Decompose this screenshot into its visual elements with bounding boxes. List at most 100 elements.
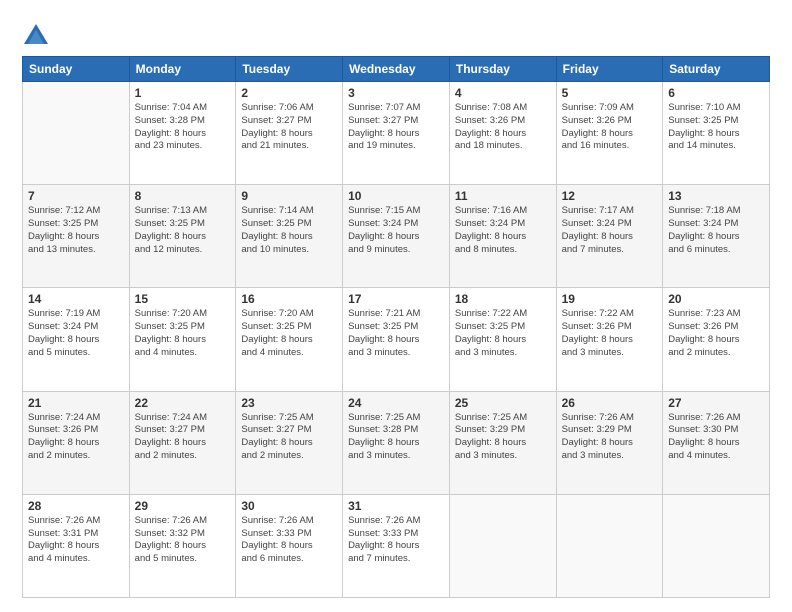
- day-number: 24: [348, 396, 444, 410]
- day-number: 14: [28, 292, 124, 306]
- day-number: 2: [241, 86, 337, 100]
- day-info: Sunrise: 7:14 AMSunset: 3:25 PMDaylight:…: [241, 205, 337, 256]
- day-info: Sunrise: 7:21 AMSunset: 3:25 PMDaylight:…: [348, 308, 444, 359]
- calendar-cell: 9 Sunrise: 7:14 AMSunset: 3:25 PMDaylight…: [236, 185, 343, 288]
- day-info: Sunrise: 7:25 AMSunset: 3:27 PMDaylight:…: [241, 412, 337, 463]
- calendar-week-4: 21 Sunrise: 7:24 AMSunset: 3:26 PMDayligh…: [23, 391, 770, 494]
- calendar-cell: 4 Sunrise: 7:08 AMSunset: 3:26 PMDaylight…: [449, 82, 556, 185]
- col-header-thursday: Thursday: [449, 57, 556, 82]
- day-info: Sunrise: 7:25 AMSunset: 3:29 PMDaylight:…: [455, 412, 551, 463]
- calendar-week-1: 1 Sunrise: 7:04 AMSunset: 3:28 PMDaylight…: [23, 82, 770, 185]
- calendar-week-5: 28 Sunrise: 7:26 AMSunset: 3:31 PMDayligh…: [23, 494, 770, 597]
- day-info: Sunrise: 7:08 AMSunset: 3:26 PMDaylight:…: [455, 102, 551, 153]
- day-info: Sunrise: 7:26 AMSunset: 3:33 PMDaylight:…: [241, 515, 337, 566]
- page: SundayMondayTuesdayWednesdayThursdayFrid…: [0, 0, 792, 612]
- day-info: Sunrise: 7:07 AMSunset: 3:27 PMDaylight:…: [348, 102, 444, 153]
- calendar-cell: [449, 494, 556, 597]
- day-info: Sunrise: 7:25 AMSunset: 3:28 PMDaylight:…: [348, 412, 444, 463]
- day-number: 21: [28, 396, 124, 410]
- day-info: Sunrise: 7:20 AMSunset: 3:25 PMDaylight:…: [135, 308, 231, 359]
- day-number: 15: [135, 292, 231, 306]
- col-header-monday: Monday: [129, 57, 236, 82]
- day-number: 1: [135, 86, 231, 100]
- day-number: 13: [668, 189, 764, 203]
- calendar-cell: 1 Sunrise: 7:04 AMSunset: 3:28 PMDaylight…: [129, 82, 236, 185]
- day-number: 8: [135, 189, 231, 203]
- day-number: 4: [455, 86, 551, 100]
- day-number: 27: [668, 396, 764, 410]
- day-info: Sunrise: 7:22 AMSunset: 3:25 PMDaylight:…: [455, 308, 551, 359]
- day-info: Sunrise: 7:24 AMSunset: 3:27 PMDaylight:…: [135, 412, 231, 463]
- day-number: 18: [455, 292, 551, 306]
- calendar-cell: 7 Sunrise: 7:12 AMSunset: 3:25 PMDaylight…: [23, 185, 130, 288]
- day-number: 25: [455, 396, 551, 410]
- day-number: 9: [241, 189, 337, 203]
- col-header-tuesday: Tuesday: [236, 57, 343, 82]
- calendar-cell: 20 Sunrise: 7:23 AMSunset: 3:26 PMDayligh…: [663, 288, 770, 391]
- calendar-cell: 2 Sunrise: 7:06 AMSunset: 3:27 PMDaylight…: [236, 82, 343, 185]
- col-header-wednesday: Wednesday: [343, 57, 450, 82]
- calendar-cell: 22 Sunrise: 7:24 AMSunset: 3:27 PMDayligh…: [129, 391, 236, 494]
- calendar-cell: 30 Sunrise: 7:26 AMSunset: 3:33 PMDayligh…: [236, 494, 343, 597]
- calendar-cell: 11 Sunrise: 7:16 AMSunset: 3:24 PMDayligh…: [449, 185, 556, 288]
- calendar-cell: 17Sunrise: 7:21 AMSunset: 3:25 PMDayligh…: [343, 288, 450, 391]
- day-number: 26: [562, 396, 658, 410]
- day-number: 19: [562, 292, 658, 306]
- calendar-cell: 15 Sunrise: 7:20 AMSunset: 3:25 PMDayligh…: [129, 288, 236, 391]
- calendar-cell: 25 Sunrise: 7:25 AMSunset: 3:29 PMDayligh…: [449, 391, 556, 494]
- day-number: 11: [455, 189, 551, 203]
- calendar-cell: 14Sunrise: 7:19 AMSunset: 3:24 PMDayligh…: [23, 288, 130, 391]
- col-header-friday: Friday: [556, 57, 663, 82]
- calendar-cell: 21 Sunrise: 7:24 AMSunset: 3:26 PMDayligh…: [23, 391, 130, 494]
- day-info: Sunrise: 7:13 AMSunset: 3:25 PMDaylight:…: [135, 205, 231, 256]
- day-info: Sunrise: 7:12 AMSunset: 3:25 PMDaylight:…: [28, 205, 124, 256]
- day-info: Sunrise: 7:15 AMSunset: 3:24 PMDaylight:…: [348, 205, 444, 256]
- day-info: Sunrise: 7:24 AMSunset: 3:26 PMDaylight:…: [28, 412, 124, 463]
- day-info: Sunrise: 7:18 AMSunset: 3:24 PMDaylight:…: [668, 205, 764, 256]
- day-number: 12: [562, 189, 658, 203]
- day-info: Sunrise: 7:26 AMSunset: 3:31 PMDaylight:…: [28, 515, 124, 566]
- calendar-cell: 29 Sunrise: 7:26 AMSunset: 3:32 PMDayligh…: [129, 494, 236, 597]
- calendar-cell: 19 Sunrise: 7:22 AMSunset: 3:26 PMDayligh…: [556, 288, 663, 391]
- calendar-cell: 28 Sunrise: 7:26 AMSunset: 3:31 PMDayligh…: [23, 494, 130, 597]
- day-info: Sunrise: 7:09 AMSunset: 3:26 PMDaylight:…: [562, 102, 658, 153]
- day-info: Sunrise: 7:26 AMSunset: 3:32 PMDaylight:…: [135, 515, 231, 566]
- calendar-table: SundayMondayTuesdayWednesdayThursdayFrid…: [22, 56, 770, 598]
- day-number: 5: [562, 86, 658, 100]
- calendar-cell: 6 Sunrise: 7:10 AMSunset: 3:25 PMDaylight…: [663, 82, 770, 185]
- calendar-week-3: 14Sunrise: 7:19 AMSunset: 3:24 PMDayligh…: [23, 288, 770, 391]
- day-number: 7: [28, 189, 124, 203]
- calendar-cell: 8 Sunrise: 7:13 AMSunset: 3:25 PMDaylight…: [129, 185, 236, 288]
- day-info: Sunrise: 7:16 AMSunset: 3:24 PMDaylight:…: [455, 205, 551, 256]
- logo: [22, 22, 54, 50]
- logo-icon: [22, 22, 50, 50]
- calendar-cell: 12 Sunrise: 7:17 AMSunset: 3:24 PMDayligh…: [556, 185, 663, 288]
- col-header-saturday: Saturday: [663, 57, 770, 82]
- day-number: 22: [135, 396, 231, 410]
- calendar-cell: [23, 82, 130, 185]
- day-number: 16: [241, 292, 337, 306]
- day-number: 30: [241, 499, 337, 513]
- calendar-cell: 23 Sunrise: 7:25 AMSunset: 3:27 PMDayligh…: [236, 391, 343, 494]
- day-info: Sunrise: 7:17 AMSunset: 3:24 PMDaylight:…: [562, 205, 658, 256]
- calendar-cell: 16 Sunrise: 7:20 AMSunset: 3:25 PMDayligh…: [236, 288, 343, 391]
- day-info: Sunrise: 7:06 AMSunset: 3:27 PMDaylight:…: [241, 102, 337, 153]
- day-number: 29: [135, 499, 231, 513]
- day-info: Sunrise: 7:26 AMSunset: 3:29 PMDaylight:…: [562, 412, 658, 463]
- day-number: 20: [668, 292, 764, 306]
- calendar-week-2: 7 Sunrise: 7:12 AMSunset: 3:25 PMDaylight…: [23, 185, 770, 288]
- day-number: 3: [348, 86, 444, 100]
- calendar-cell: 18 Sunrise: 7:22 AMSunset: 3:25 PMDayligh…: [449, 288, 556, 391]
- calendar-cell: [556, 494, 663, 597]
- calendar-cell: 27 Sunrise: 7:26 AMSunset: 3:30 PMDayligh…: [663, 391, 770, 494]
- day-number: 28: [28, 499, 124, 513]
- day-info: Sunrise: 7:26 AMSunset: 3:30 PMDaylight:…: [668, 412, 764, 463]
- day-number: 6: [668, 86, 764, 100]
- day-info: Sunrise: 7:04 AMSunset: 3:28 PMDaylight:…: [135, 102, 231, 153]
- col-header-sunday: Sunday: [23, 57, 130, 82]
- day-info: Sunrise: 7:22 AMSunset: 3:26 PMDaylight:…: [562, 308, 658, 359]
- day-info: Sunrise: 7:23 AMSunset: 3:26 PMDaylight:…: [668, 308, 764, 359]
- day-info: Sunrise: 7:20 AMSunset: 3:25 PMDaylight:…: [241, 308, 337, 359]
- day-number: 23: [241, 396, 337, 410]
- day-info: Sunrise: 7:10 AMSunset: 3:25 PMDaylight:…: [668, 102, 764, 153]
